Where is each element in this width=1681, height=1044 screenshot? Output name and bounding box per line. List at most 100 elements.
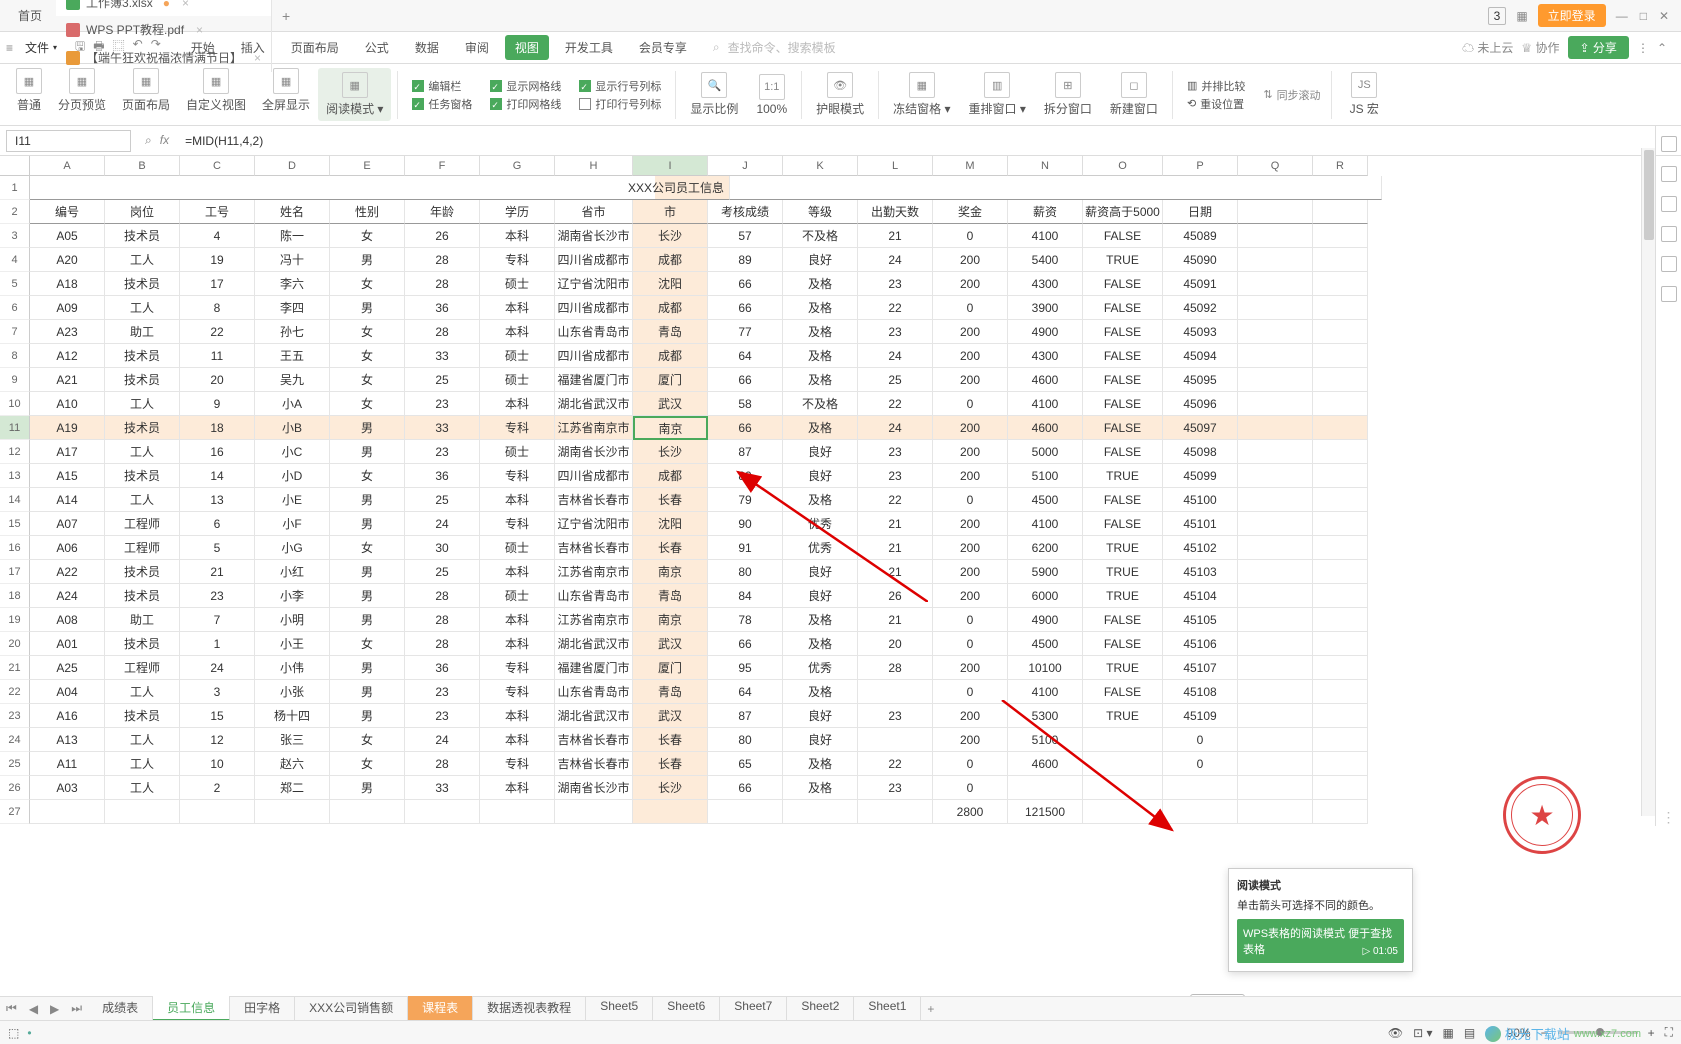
column-header[interactable]: H [555,156,633,176]
cell[interactable]: 年龄 [405,200,480,224]
cell[interactable]: 45089 [1163,224,1238,248]
cell[interactable]: 专科 [480,752,555,776]
cell[interactable]: 45095 [1163,368,1238,392]
cell[interactable]: 王五 [255,344,330,368]
cell[interactable]: 女 [330,632,405,656]
cell[interactable]: 21 [180,560,255,584]
row-header[interactable]: 15 [0,512,30,536]
cell[interactable]: 长沙 [633,224,708,248]
cell[interactable]: 80 [708,560,783,584]
sheet-tab[interactable]: 成绩表 [88,996,153,1021]
print-icon[interactable]: 🖶 [93,37,104,58]
cell[interactable]: 工人 [105,680,180,704]
cell[interactable]: 赵六 [255,752,330,776]
cell[interactable]: 121500 [1008,800,1083,824]
cell[interactable]: 本科 [480,704,555,728]
cell[interactable]: 及格 [783,416,858,440]
cell[interactable]: 及格 [783,368,858,392]
ribbon-checkbox[interactable]: ✓打印网格线 [490,96,561,112]
cell[interactable]: 成都 [633,464,708,488]
cell[interactable]: 13 [180,488,255,512]
cell[interactable]: 出勤天数 [858,200,933,224]
cell[interactable] [1313,392,1368,416]
freeze-panes[interactable]: ▦冻结窗格 ▾ [885,72,958,117]
view-button[interactable]: ▦全屏显示 [254,68,318,121]
cell[interactable]: 0 [933,752,1008,776]
cell[interactable]: FALSE [1083,680,1163,704]
name-box[interactable]: I11 [6,130,131,152]
cell[interactable]: 45090 [1163,248,1238,272]
cell[interactable]: 不及格 [783,392,858,416]
cell[interactable] [1313,368,1368,392]
sheet-tab[interactable]: XXX公司销售额 [295,996,408,1021]
cell[interactable]: 4100 [1008,680,1083,704]
sync-scroll[interactable]: ⇅ 同步滚动 [1255,87,1320,103]
sheet-tab[interactable]: Sheet5 [586,996,653,1021]
undo-icon[interactable]: ↶ [133,37,143,58]
cell[interactable]: 2800 [933,800,1008,824]
cell[interactable]: 36 [405,296,480,320]
cell[interactable]: 5000 [1008,440,1083,464]
sheet-tab[interactable]: Sheet7 [720,996,787,1021]
cell[interactable]: 200 [933,704,1008,728]
cell[interactable]: 湖北省武汉市 [555,392,633,416]
cell[interactable]: 2 [180,776,255,800]
fullscreen-icon[interactable]: ⛶ [1665,1025,1673,1040]
cell[interactable]: 24 [858,248,933,272]
cell[interactable]: 性别 [330,200,405,224]
cell[interactable]: 工人 [105,752,180,776]
cell[interactable] [1313,776,1368,800]
save-icon[interactable]: 🖫 [75,37,85,58]
cell[interactable]: 及格 [783,344,858,368]
cell[interactable]: 20 [180,368,255,392]
cell[interactable]: 23 [180,584,255,608]
vertical-scrollbar[interactable] [1641,148,1655,816]
cell[interactable]: 本科 [480,632,555,656]
cell[interactable] [1313,680,1368,704]
cell[interactable]: 4 [180,224,255,248]
cell[interactable]: 24 [405,728,480,752]
cell[interactable]: 小张 [255,680,330,704]
status-icon-2[interactable]: • [27,1026,31,1040]
cell[interactable]: 技术员 [105,344,180,368]
cell[interactable]: 青岛 [633,680,708,704]
cell[interactable]: 33 [405,416,480,440]
cell[interactable]: 陈一 [255,224,330,248]
cell[interactable]: 姓名 [255,200,330,224]
row-header[interactable]: 27 [0,800,30,824]
cell[interactable]: 0 [933,296,1008,320]
menu-tab[interactable]: 页面布局 [281,35,349,60]
cell[interactable]: A22 [30,560,105,584]
add-sheet-button[interactable]: + [921,1002,940,1016]
cell[interactable]: 5100 [1008,464,1083,488]
cell[interactable]: 工人 [105,776,180,800]
cell[interactable]: 男 [330,584,405,608]
search-box[interactable]: 查找命令、搜索模板 [728,39,836,56]
cell[interactable]: TRUE [1083,560,1163,584]
minimize-icon[interactable]: — [1616,9,1628,23]
cell[interactable]: 男 [330,560,405,584]
view-button[interactable]: ▦页面布局 [114,68,178,121]
cell[interactable]: 良好 [783,584,858,608]
cell[interactable] [858,728,933,752]
cell[interactable] [1238,296,1313,320]
zoom-scale[interactable]: 🔍显示比例 [682,72,746,117]
cell[interactable] [1313,752,1368,776]
cell[interactable]: 福建省厦门市 [555,368,633,392]
cell[interactable]: FALSE [1083,608,1163,632]
fx-icon[interactable]: fx [160,133,169,148]
cell[interactable] [1238,464,1313,488]
cell[interactable] [1313,512,1368,536]
cell[interactable] [858,680,933,704]
cell[interactable]: A06 [30,536,105,560]
view-button[interactable]: ▦分页预览 [50,68,114,121]
column-header[interactable]: L [858,156,933,176]
cell[interactable]: 5100 [1008,728,1083,752]
cell[interactable]: 良好 [783,248,858,272]
cell[interactable] [555,800,633,824]
eye-mode[interactable]: 👁护眼模式 [808,72,872,117]
cell[interactable]: 成都 [633,248,708,272]
cell[interactable]: 小A [255,392,330,416]
ribbon-checkbox[interactable]: 打印行号列标 [579,96,661,112]
cell[interactable] [1083,800,1163,824]
